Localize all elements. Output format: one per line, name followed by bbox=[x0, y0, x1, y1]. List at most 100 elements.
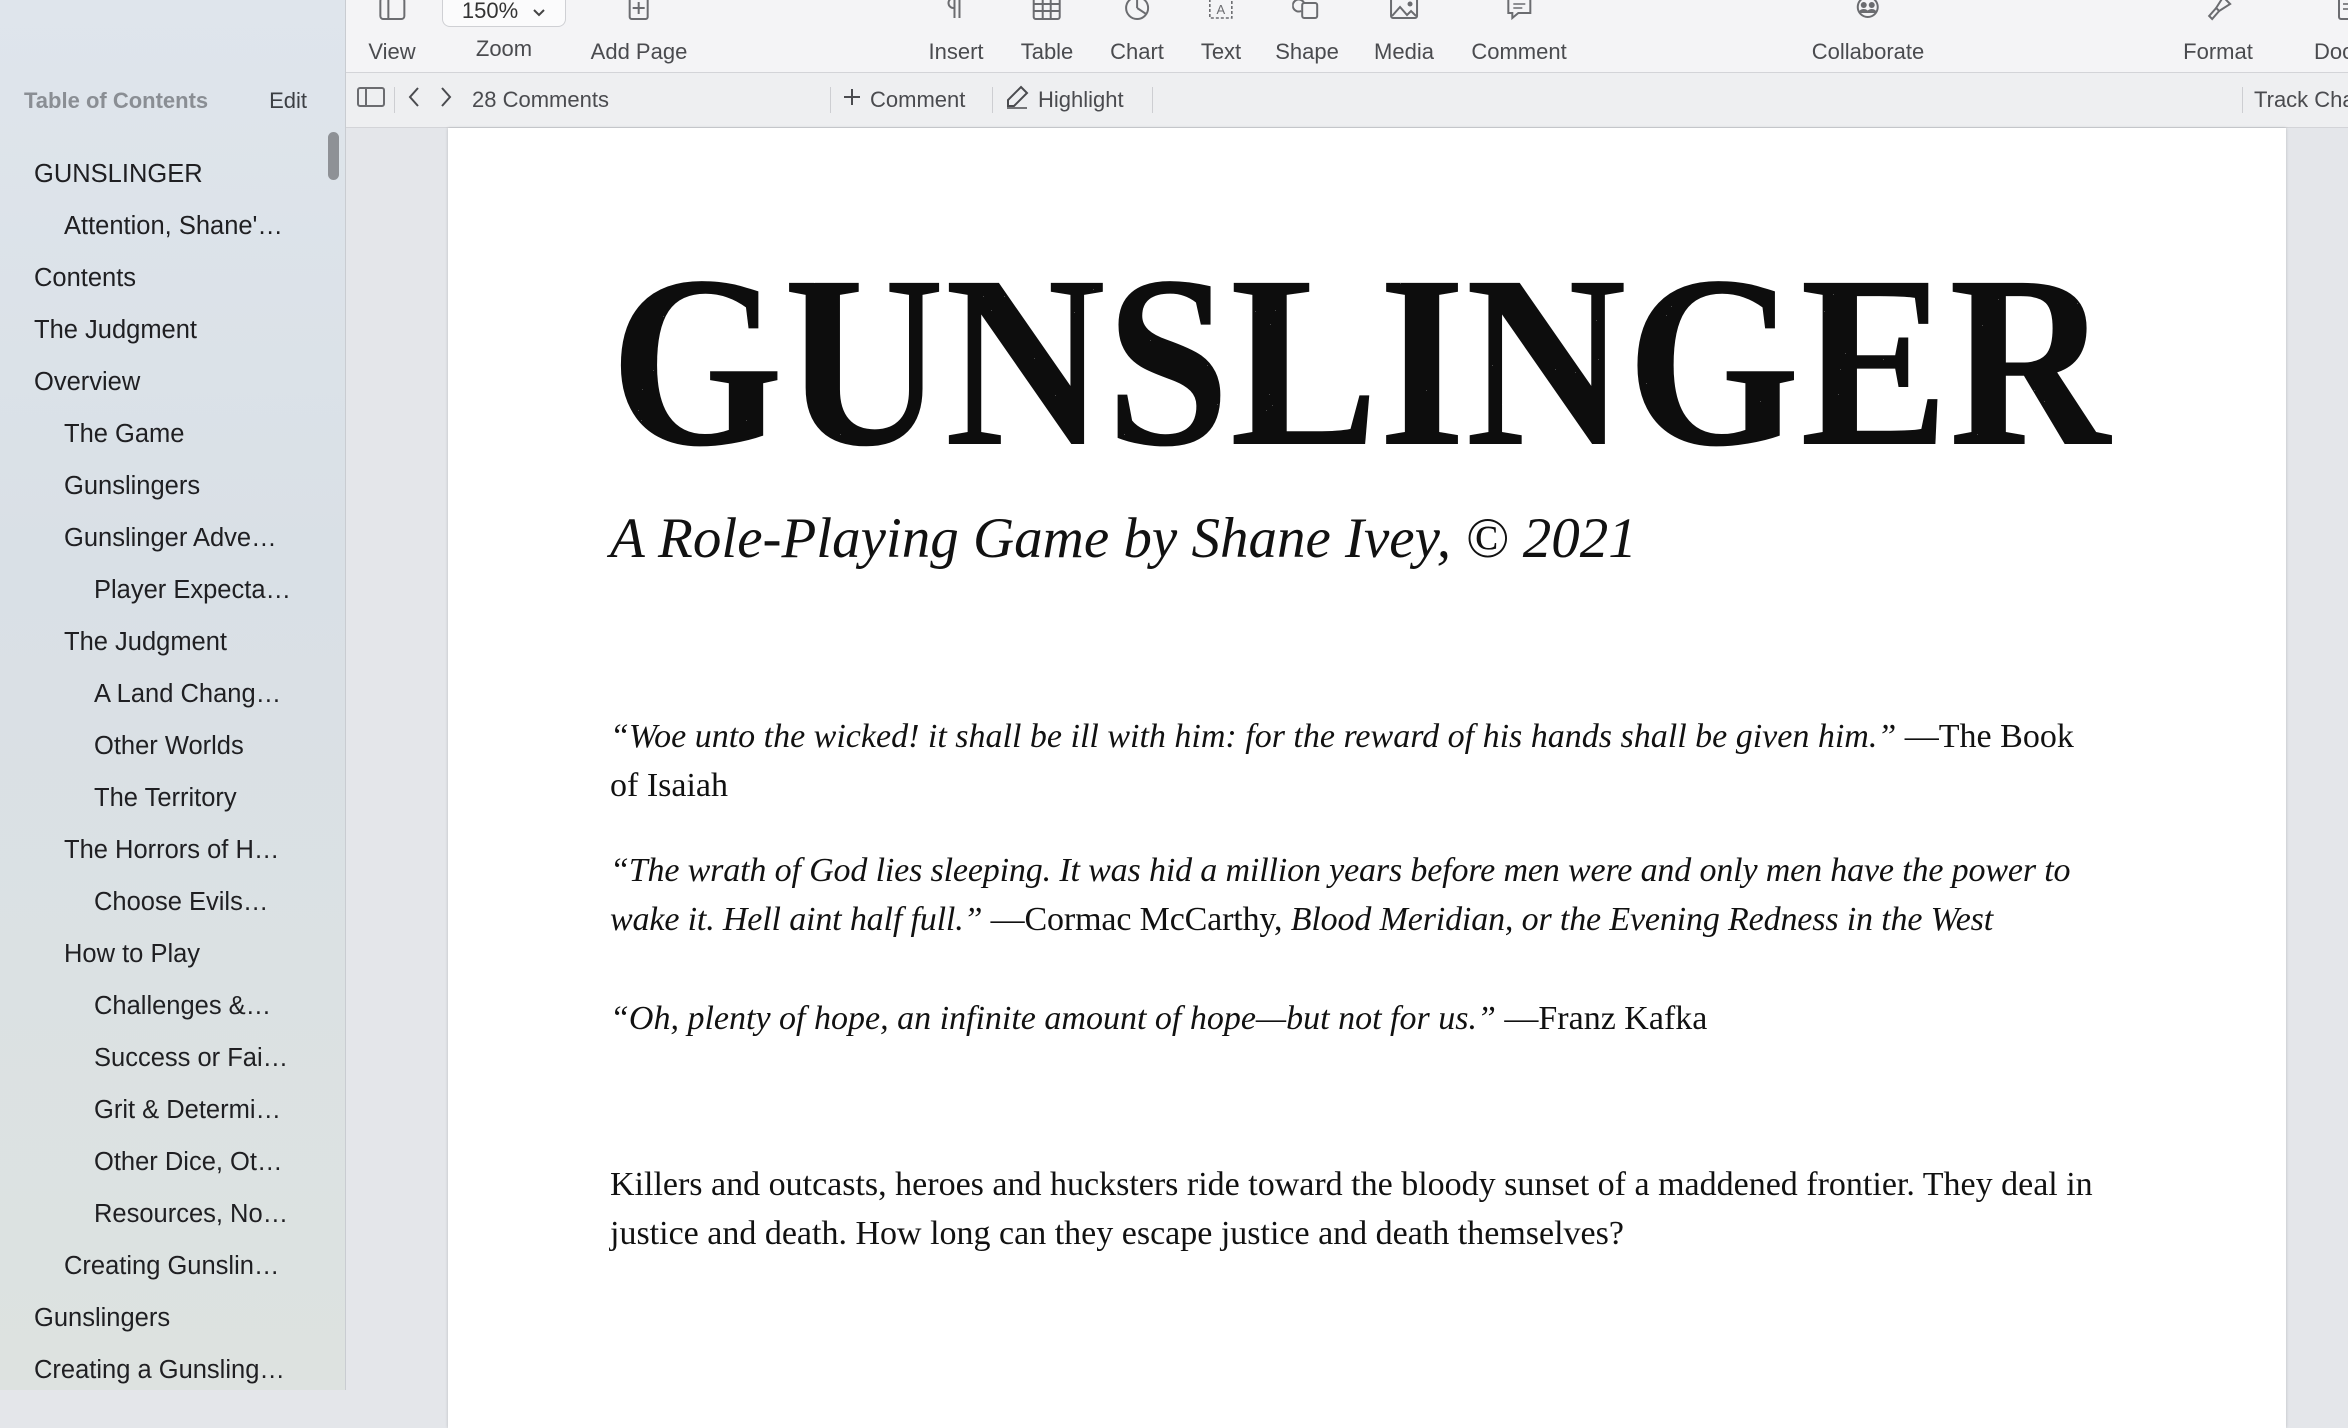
toc-title: Table of Contents bbox=[24, 88, 209, 113]
sidebar-toggle-icon bbox=[356, 85, 386, 115]
toc-item[interactable]: Overview bbox=[0, 356, 331, 408]
media-label: Media bbox=[1374, 39, 1434, 64]
toc-item[interactable]: Other Worlds bbox=[0, 720, 331, 772]
divider bbox=[830, 87, 831, 113]
toc-item[interactable]: How to Play bbox=[0, 928, 331, 980]
epigraph-quote-2[interactable]: “The wrath of God lies sleeping. It was … bbox=[610, 846, 2110, 944]
previous-comment-button[interactable] bbox=[406, 73, 422, 127]
pie-chart-icon bbox=[1122, 0, 1152, 28]
toc-item[interactable]: Gunslingers bbox=[0, 460, 331, 512]
shape-label: Shape bbox=[1275, 39, 1339, 64]
toc-item[interactable]: Grit & Determi… bbox=[0, 1084, 331, 1136]
comment-label: Comment bbox=[1471, 39, 1567, 64]
comment-button[interactable]: Comment bbox=[1471, 0, 1567, 72]
toc-item[interactable]: GUNSLINGER bbox=[0, 148, 331, 200]
toc-item[interactable]: Creating a Gunsling… bbox=[0, 1344, 331, 1396]
shape-icon bbox=[1292, 0, 1322, 28]
chevron-down-icon bbox=[532, 0, 546, 24]
zoom-value: 150% bbox=[461, 0, 519, 23]
toc-item[interactable]: The Game bbox=[0, 408, 331, 460]
add-page-icon bbox=[624, 0, 654, 28]
collaborate-icon bbox=[1852, 0, 1884, 28]
divider bbox=[1152, 87, 1153, 113]
text-button[interactable]: A Text bbox=[1201, 0, 1241, 72]
epigraph-source: —Franz Kafka bbox=[1495, 1000, 1708, 1037]
document-label: Docu bbox=[2314, 39, 2348, 64]
toc-item[interactable]: Gunslinger Adve… bbox=[0, 512, 331, 564]
comment-icon bbox=[1504, 0, 1534, 28]
next-comment-button[interactable] bbox=[438, 73, 454, 127]
highlight-button[interactable]: Highlight bbox=[1004, 73, 1124, 127]
document-icon bbox=[2325, 0, 2348, 28]
document-title-text: GUNSLINGER bbox=[610, 246, 2112, 476]
epigraph-quote-text: “Oh, plenty of hope, an infinite amount … bbox=[610, 1000, 1496, 1037]
add-comment-label: Comment bbox=[870, 87, 966, 112]
svg-text:A: A bbox=[1217, 2, 1226, 17]
photo-icon bbox=[1388, 0, 1420, 28]
zoom-select[interactable]: 150% bbox=[442, 0, 566, 27]
sidebar-view-icon bbox=[377, 0, 407, 28]
media-button[interactable]: Media bbox=[1374, 0, 1434, 72]
collaborate-label: Collaborate bbox=[1811, 39, 1925, 64]
view-label: View bbox=[368, 39, 416, 64]
table-icon bbox=[1031, 0, 1063, 28]
intro-paragraph[interactable]: Killers and outcasts, heroes and huckste… bbox=[610, 1160, 2110, 1258]
toc-item[interactable]: The Judgment bbox=[0, 304, 331, 356]
document-page[interactable]: GUNSLINGER A Role-Playing Game by Shane … bbox=[448, 128, 2286, 1428]
epigraph-source-title: Blood Meridian, or the Evening Redness i… bbox=[1290, 901, 1994, 938]
epigraph-source: —Cormac McCarthy, bbox=[982, 901, 1291, 938]
document-canvas[interactable]: GUNSLINGER A Role-Playing Game by Shane … bbox=[346, 128, 2348, 1428]
toc-item[interactable]: Resources, No… bbox=[0, 1188, 331, 1240]
text-box-icon: A bbox=[1206, 0, 1236, 28]
insert-label: Insert bbox=[928, 39, 984, 64]
epigraph-quote-3[interactable]: “Oh, plenty of hope, an infinite amount … bbox=[610, 994, 2110, 1043]
add-comment-button[interactable]: Comment bbox=[842, 73, 965, 127]
paragraph-icon bbox=[941, 0, 971, 28]
document-subtitle[interactable]: A Role-Playing Game by Shane Ivey, © 202… bbox=[610, 506, 1637, 571]
toc-item[interactable]: A Land Chang… bbox=[0, 668, 331, 720]
view-button[interactable]: View bbox=[368, 0, 416, 72]
toolbar: View 150% Zoom Add Page Insert Table Cha… bbox=[346, 0, 2348, 73]
divider bbox=[394, 87, 395, 113]
highlighter-pen-icon bbox=[1004, 84, 1030, 116]
toc-item[interactable]: Success or Fai… bbox=[0, 1032, 331, 1084]
zoom-control[interactable]: 150% Zoom bbox=[442, 0, 566, 72]
track-changes-button[interactable]: Track Cha bbox=[2254, 73, 2348, 127]
format-button[interactable]: Format bbox=[2183, 0, 2253, 72]
highlight-label: Highlight bbox=[1038, 87, 1124, 112]
chart-button[interactable]: Chart bbox=[1110, 0, 1164, 72]
add-page-button[interactable]: Add Page bbox=[590, 0, 688, 72]
toc-item[interactable]: Attention, Shane'… bbox=[0, 200, 331, 252]
toc-item[interactable]: Challenges &… bbox=[0, 980, 331, 1032]
shape-button[interactable]: Shape bbox=[1275, 0, 1339, 72]
text-label: Text bbox=[1200, 39, 1242, 64]
chevron-left-icon bbox=[406, 85, 422, 115]
toc-item[interactable]: The Territory bbox=[0, 772, 331, 824]
divider bbox=[2242, 87, 2243, 113]
insert-button[interactable]: Insert bbox=[928, 0, 984, 72]
add-page-label: Add Page bbox=[590, 39, 688, 64]
toc-item[interactable]: Other Dice, Ot… bbox=[0, 1136, 331, 1188]
table-button[interactable]: Table bbox=[1020, 0, 1074, 72]
collaborate-button[interactable]: Collaborate bbox=[1811, 0, 1925, 72]
divider bbox=[992, 87, 993, 113]
toc-item[interactable]: Creating Gunslin… bbox=[0, 1240, 331, 1292]
epigraph-quote-1[interactable]: “Woe unto the wicked! it shall be ill wi… bbox=[610, 712, 2110, 810]
toc-item[interactable]: Choose Evils… bbox=[0, 876, 331, 928]
table-label: Table bbox=[1020, 39, 1074, 64]
comments-pane-toggle[interactable] bbox=[356, 73, 386, 127]
chevron-right-icon bbox=[438, 85, 454, 115]
plus-icon bbox=[842, 87, 862, 113]
toc-header: Table of Contents Edit bbox=[24, 84, 307, 118]
epigraph-quote-text: “Woe unto the wicked! it shall be ill wi… bbox=[610, 718, 1897, 755]
comment-bar: 28 Comments Comment Highlight Track Cha bbox=[346, 73, 2348, 128]
toc-item[interactable]: The Judgment bbox=[0, 616, 331, 668]
toc-item[interactable]: Gunslingers bbox=[0, 1292, 331, 1344]
toc-item[interactable]: Contents bbox=[0, 252, 331, 304]
toc-item[interactable]: Player Expecta… bbox=[0, 564, 331, 616]
format-label: Format bbox=[2183, 39, 2253, 64]
toc-edit-button[interactable]: Edit bbox=[269, 88, 307, 114]
document-title[interactable]: GUNSLINGER bbox=[610, 246, 2120, 476]
document-button[interactable]: Docu bbox=[2314, 0, 2348, 72]
toc-item[interactable]: The Horrors of H… bbox=[0, 824, 331, 876]
